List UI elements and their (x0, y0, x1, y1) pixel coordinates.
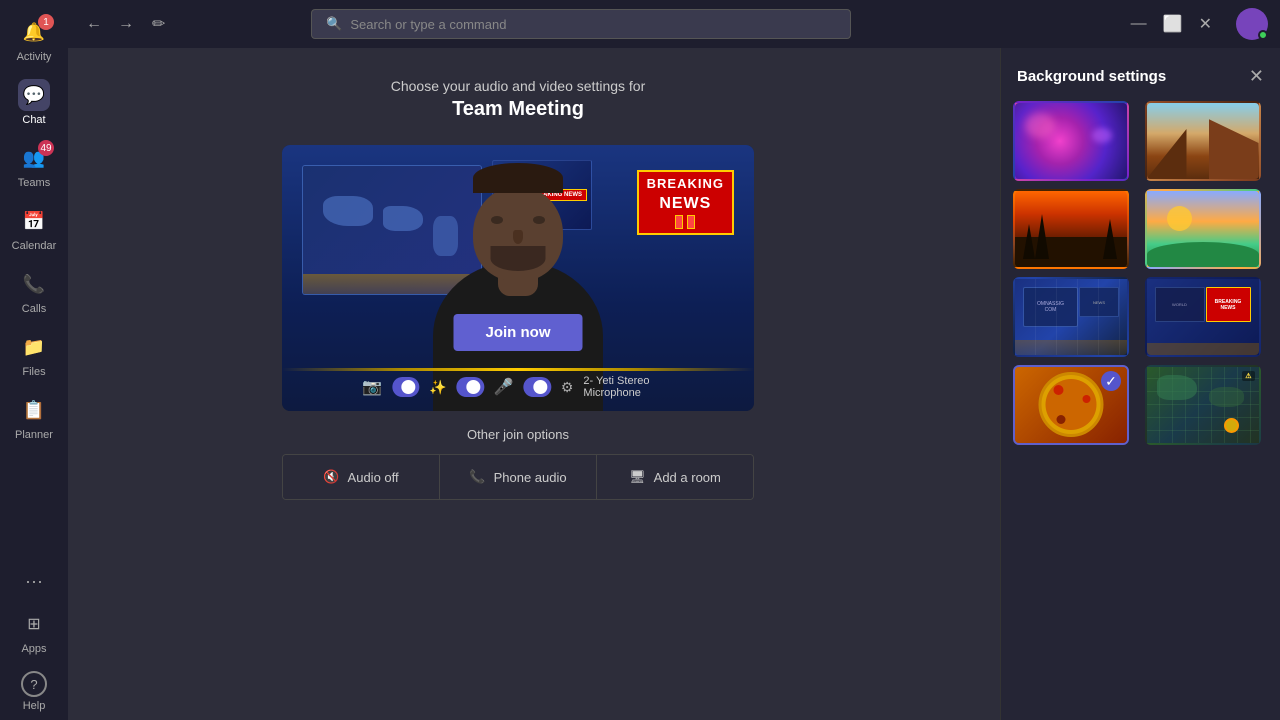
sidebar-item-calendar[interactable]: 📅 Calendar (0, 197, 68, 260)
sidebar-item-label: Help (23, 700, 46, 712)
other-options-title: Other join options (282, 427, 754, 442)
camera-toggle[interactable] (392, 377, 419, 397)
bg-thumb-inner: OMNASSIGCOM NEWS (1015, 279, 1127, 355)
bg-thumb-inner: ⚠ (1147, 367, 1259, 443)
forward-button[interactable]: → (112, 11, 140, 37)
add-room-icon: 🖥 (629, 469, 646, 485)
sidebar: 🔔 Activity 1 💬 Chat 👥 Teams 49 📅 Calenda… (0, 0, 68, 720)
add-room-button[interactable]: 🖥 Add a room (597, 455, 753, 499)
bg-thumb-studio1[interactable]: OMNASSIGCOM NEWS (1013, 277, 1129, 357)
sidebar-item-teams[interactable]: 👥 Teams 49 (0, 134, 68, 197)
sidebar-item-help[interactable]: ? Help (0, 663, 68, 720)
user-avatar[interactable] (1236, 8, 1268, 40)
effects-icon: ✨ (429, 379, 446, 396)
planner-icon: 📋 (18, 394, 50, 426)
mic-device-label: 2- Yeti Stereo Microphone (583, 375, 673, 399)
activity-badge: 1 (38, 14, 54, 30)
mic-toggle-knob (533, 380, 547, 394)
back-button[interactable]: ← (80, 11, 108, 37)
search-icon: 🔍 (326, 16, 342, 32)
bg-thumb-inner: WORLD BREAKINGNEWS (1147, 279, 1259, 355)
sidebar-item-label: Teams (18, 177, 50, 189)
sidebar-item-calls[interactable]: 📞 Calls (0, 260, 68, 323)
bg-thumb-news[interactable]: WORLD BREAKINGNEWS (1145, 277, 1261, 357)
search-placeholder: Search or type a command (350, 17, 506, 32)
bg-thumb-map[interactable]: ⚠ (1145, 365, 1261, 445)
compose-button[interactable]: ✏ (152, 14, 165, 34)
phone-audio-icon: 📞 (469, 469, 485, 485)
topbar-right: — ⬜ ✕ (1131, 8, 1268, 40)
camera-icon: 📷 (362, 377, 382, 397)
bg-thumb-sunset[interactable] (1013, 189, 1129, 269)
nav-buttons: ← → (80, 11, 140, 37)
sidebar-item-chat[interactable]: 💬 Chat (0, 71, 68, 134)
bg-thumb-galaxy[interactable] (1013, 101, 1129, 181)
bg-settings-panel: Background settings ✕ (1000, 48, 1280, 720)
sidebar-item-activity[interactable]: 🔔 Activity 1 (0, 8, 68, 71)
close-button[interactable]: ✕ (1199, 14, 1212, 34)
sidebar-item-label: Planner (15, 429, 53, 441)
sidebar-item-label: Activity (17, 51, 52, 63)
bg-thumb-inner (1015, 103, 1127, 179)
files-icon: 📁 (18, 331, 50, 363)
camera-toggle-knob (401, 380, 415, 394)
audio-off-icon: 🔇 (323, 469, 339, 485)
phone-audio-button[interactable]: 📞 Phone audio (440, 455, 597, 499)
meeting-title-area: Choose your audio and video settings for… (391, 78, 646, 121)
mic-icon: 🎤 (494, 377, 514, 397)
video-background: BREAKING NEWS BREAKING NEWS (282, 145, 754, 411)
sidebar-item-label: Calendar (12, 240, 57, 252)
join-options-row: 🔇 Audio off 📞 Phone audio 🖥 Add a room (282, 454, 754, 500)
meeting-subtitle: Choose your audio and video settings for (391, 78, 646, 94)
help-icon: ? (21, 671, 47, 697)
maximize-button[interactable]: ⬜ (1163, 14, 1183, 34)
bg-thumb-fantasy[interactable] (1145, 189, 1261, 269)
calls-icon: 📞 (18, 268, 50, 300)
main-content: Choose your audio and video settings for… (68, 48, 968, 720)
effects-toggle-knob (466, 380, 480, 394)
video-controls: 📷 ✨ 🎤 ⚙ 2- Yeti Stereo Microphone (362, 375, 673, 399)
bg-thumbnail-grid: OMNASSIGCOM NEWS WORLD BREAKINGNEWS (1001, 101, 1280, 445)
other-join-options: Other join options 🔇 Audio off 📞 Phone a… (282, 427, 754, 500)
search-bar[interactable]: 🔍 Search or type a command (311, 9, 851, 39)
bg-panel-title: Background settings (1017, 68, 1166, 85)
sidebar-item-label: Apps (21, 643, 46, 655)
sidebar-item-planner[interactable]: 📋 Planner (0, 386, 68, 449)
bg-thumb-inner (1015, 191, 1127, 267)
selected-checkmark: ✓ (1101, 371, 1121, 391)
sidebar-item-apps[interactable]: ⊞ Apps (0, 600, 68, 663)
video-preview: BREAKING NEWS BREAKING NEWS (282, 145, 754, 411)
audio-off-button[interactable]: 🔇 Audio off (283, 455, 440, 499)
sidebar-item-files[interactable]: 📁 Files (0, 323, 68, 386)
topbar: ← → ✏ 🔍 Search or type a command — ⬜ ✕ (68, 0, 1280, 48)
bg-thumb-pizza[interactable]: ✓ (1013, 365, 1129, 445)
sidebar-item-label: Chat (22, 114, 45, 126)
bg-panel-close-button[interactable]: ✕ (1249, 66, 1264, 87)
apps-icon: ⊞ (18, 608, 50, 640)
chat-icon: 💬 (18, 79, 50, 111)
meeting-name: Team Meeting (391, 98, 646, 121)
minimize-button[interactable]: — (1131, 15, 1147, 33)
join-now-button[interactable]: Join now (454, 314, 583, 351)
sidebar-item-label: Calls (22, 303, 46, 315)
bg-panel-header: Background settings ✕ (1001, 48, 1280, 101)
sidebar-item-label: Files (22, 366, 45, 378)
online-status (1258, 30, 1268, 40)
calendar-icon: 📅 (18, 205, 50, 237)
mic-toggle[interactable] (524, 377, 551, 397)
effects-toggle[interactable] (457, 377, 484, 397)
teams-badge: 49 (38, 140, 54, 156)
more-options[interactable]: ··· (0, 563, 68, 600)
bg-thumb-inner (1147, 191, 1259, 267)
settings-icon: ⚙ (561, 379, 574, 396)
bg-thumb-inner: ✓ (1015, 367, 1127, 443)
bg-thumb-inner (1147, 103, 1259, 179)
bg-thumb-canyon[interactable] (1145, 101, 1261, 181)
